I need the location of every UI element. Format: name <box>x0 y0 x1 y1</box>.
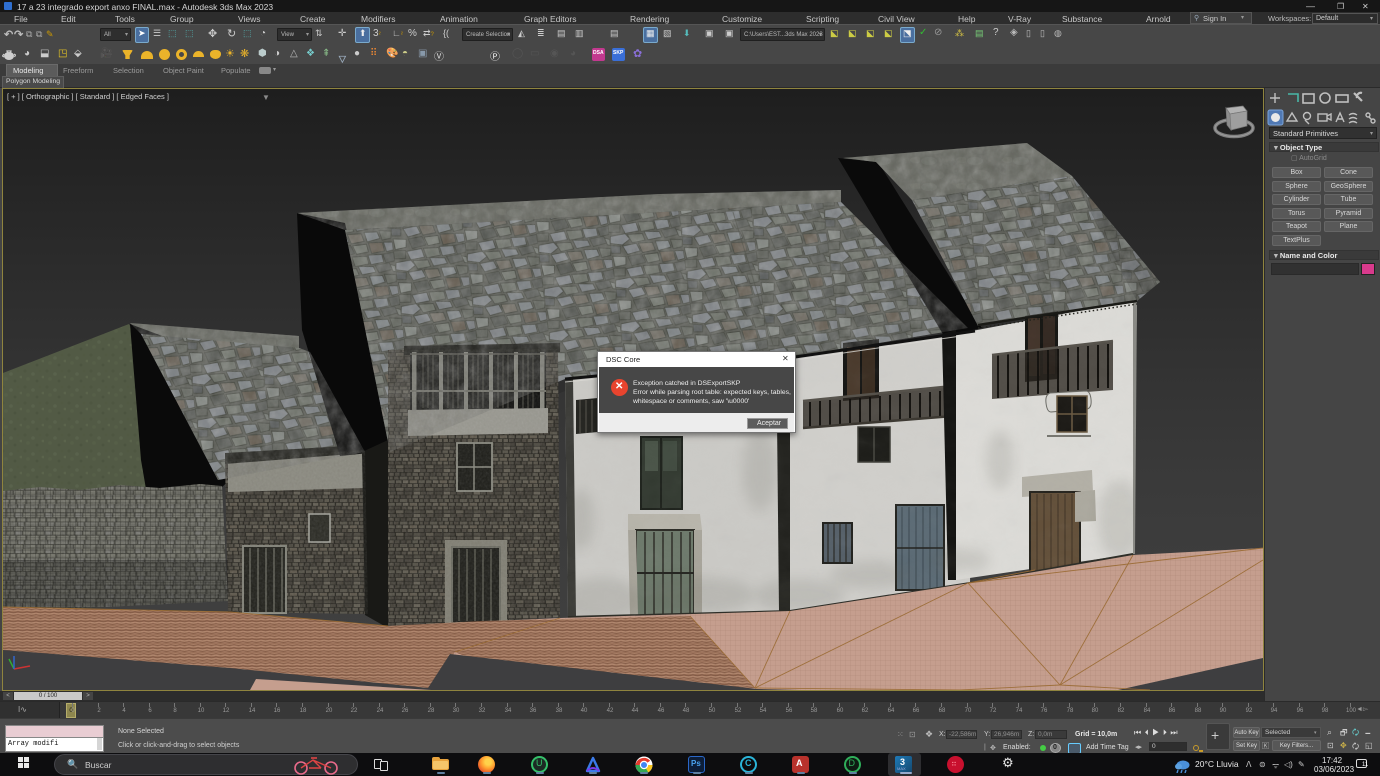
svg-text:▼: ▼ <box>262 93 270 102</box>
svg-text:[ + ] [ Orthographic ] [ Stand: [ + ] [ Orthographic ] [ Standard ] [ Ed… <box>7 92 169 101</box>
